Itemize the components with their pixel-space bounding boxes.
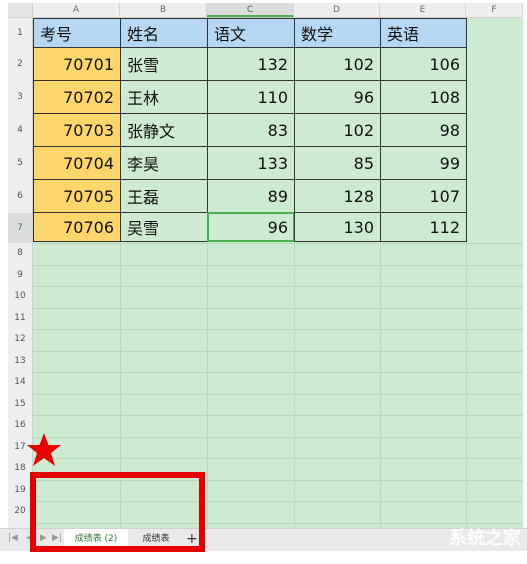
cell-name[interactable]: 张静文: [120, 113, 208, 147]
row-header[interactable]: 1: [8, 18, 32, 48]
row-header[interactable]: 14: [8, 372, 32, 394]
column-header-e[interactable]: E: [380, 3, 466, 17]
grid-line: [33, 286, 523, 287]
grid-line: [33, 436, 523, 438]
cell-english-score[interactable]: 106: [380, 47, 467, 81]
column-header-bar: A B C D E F: [8, 3, 523, 18]
cell-math-score[interactable]: 128: [294, 179, 381, 213]
first-sheet-arrow-icon[interactable]: |◀: [8, 533, 18, 543]
cell-chinese-score[interactable]: 132: [207, 47, 295, 81]
column-header-c[interactable]: C: [207, 3, 294, 17]
cell-exam-number[interactable]: 70704: [33, 146, 121, 180]
row-header[interactable]: 7: [8, 213, 32, 243]
cell-chinese-score[interactable]: 83: [207, 113, 295, 147]
row-header[interactable]: 10: [8, 286, 32, 308]
grid-line: [33, 393, 523, 395]
header-cell-chinese[interactable]: 语文: [207, 18, 295, 48]
annotation-highlight-box: [30, 472, 205, 552]
column-header-a[interactable]: A: [33, 3, 120, 17]
grid-line: [33, 350, 523, 352]
cell-chinese-score[interactable]: 89: [207, 179, 295, 213]
cell-english-score[interactable]: 107: [380, 179, 467, 213]
row-header[interactable]: 3: [8, 81, 32, 114]
cell-math-score[interactable]: 96: [294, 80, 381, 114]
watermark-logo: 系统之家: [449, 528, 521, 549]
header-cell-english[interactable]: 英语: [380, 18, 467, 48]
cell-exam-number[interactable]: 70702: [33, 80, 121, 114]
annotation-star-icon: [27, 433, 61, 466]
row-header[interactable]: 4: [8, 114, 32, 147]
column-header-d[interactable]: D: [294, 3, 380, 17]
row-header[interactable]: 13: [8, 351, 32, 373]
cell-name[interactable]: 李昊: [120, 146, 208, 180]
row-header[interactable]: 19: [8, 480, 32, 502]
row-header[interactable]: 15: [8, 394, 32, 416]
row-header[interactable]: 6: [8, 180, 32, 213]
cell-math-score[interactable]: 102: [294, 47, 381, 81]
grid-line: [33, 307, 523, 309]
spreadsheet: A B C D E F 1 2 3 4 5 6 7 8 9 10 11 12 13 14 15 16 17 18 1…: [8, 3, 523, 528]
cell-math-score[interactable]: 85: [294, 146, 381, 180]
column-header-f[interactable]: F: [466, 3, 523, 17]
cell-english-score[interactable]: 99: [380, 146, 467, 180]
grid-line: [33, 458, 523, 459]
grid-line: [33, 329, 523, 330]
cell-chinese-score[interactable]: 133: [207, 146, 295, 180]
selected-cell-chinese-score[interactable]: 96: [207, 212, 295, 242]
grid-line: [33, 264, 523, 266]
cell-exam-number[interactable]: 70706: [33, 212, 121, 242]
row-header[interactable]: 12: [8, 329, 32, 351]
row-header[interactable]: 20: [8, 501, 32, 523]
select-all-corner[interactable]: [8, 3, 33, 17]
cell-name[interactable]: 张雪: [120, 47, 208, 81]
cell-grid[interactable]: 考号 姓名 语文 数学 英语 70701 张雪 132 102 106 7070…: [33, 18, 523, 528]
watermark-url: XITONGZHIJIA.NET: [450, 553, 515, 561]
cell-name[interactable]: 王林: [120, 80, 208, 114]
grid-line: [33, 415, 523, 416]
cell-english-score[interactable]: 108: [380, 80, 467, 114]
cell-chinese-score[interactable]: 110: [207, 80, 295, 114]
cell-exam-number[interactable]: 70703: [33, 113, 121, 147]
cell-english-score[interactable]: 112: [380, 212, 467, 242]
row-header[interactable]: 9: [8, 265, 32, 287]
header-cell-exam-number[interactable]: 考号: [33, 18, 121, 48]
header-cell-name[interactable]: 姓名: [120, 18, 208, 48]
cell-name[interactable]: 吴雪: [120, 212, 208, 242]
row-header[interactable]: 5: [8, 147, 32, 180]
cell-exam-number[interactable]: 70701: [33, 47, 121, 81]
header-cell-math[interactable]: 数学: [294, 18, 381, 48]
row-header[interactable]: 11: [8, 308, 32, 330]
cell-name[interactable]: 王磊: [120, 179, 208, 213]
cell-english-score[interactable]: 98: [380, 113, 467, 147]
column-header-b[interactable]: B: [120, 3, 207, 17]
cell-math-score[interactable]: 102: [294, 113, 381, 147]
grid-line: [33, 372, 523, 373]
cell-exam-number[interactable]: 70705: [33, 179, 121, 213]
row-header[interactable]: 8: [8, 243, 32, 265]
cell-math-score[interactable]: 130: [294, 212, 381, 242]
grid-line: [33, 243, 523, 244]
row-header[interactable]: 2: [8, 48, 32, 81]
